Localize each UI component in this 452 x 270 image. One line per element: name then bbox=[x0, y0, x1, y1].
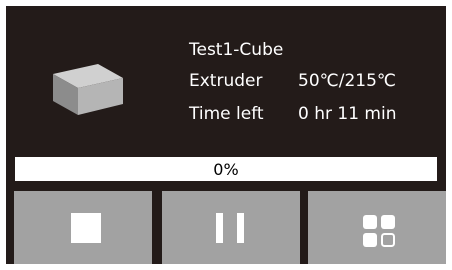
progress-bar: 0% bbox=[15, 157, 437, 181]
stop-button[interactable] bbox=[14, 191, 152, 264]
more-options-button[interactable] bbox=[308, 191, 446, 264]
time-left-value: 0 hr 11 min bbox=[298, 104, 397, 124]
job-name: Test1-Cube bbox=[189, 40, 284, 60]
pause-bar-right bbox=[237, 213, 244, 243]
extruder-temperature: 50℃/215℃ bbox=[298, 71, 396, 91]
pause-icon bbox=[215, 213, 247, 243]
more-options-icon bbox=[363, 215, 395, 247]
model-preview-icon bbox=[53, 64, 123, 115]
progress-percent: 0% bbox=[213, 160, 239, 179]
time-left-label: Time left bbox=[189, 104, 264, 124]
stop-icon bbox=[71, 213, 101, 243]
pause-bar-left bbox=[216, 213, 223, 243]
print-status-screen: Test1-Cube Extruder 50℃/215℃ Time left 0… bbox=[6, 6, 446, 264]
extruder-label: Extruder bbox=[189, 71, 263, 91]
pause-button[interactable] bbox=[162, 191, 300, 264]
